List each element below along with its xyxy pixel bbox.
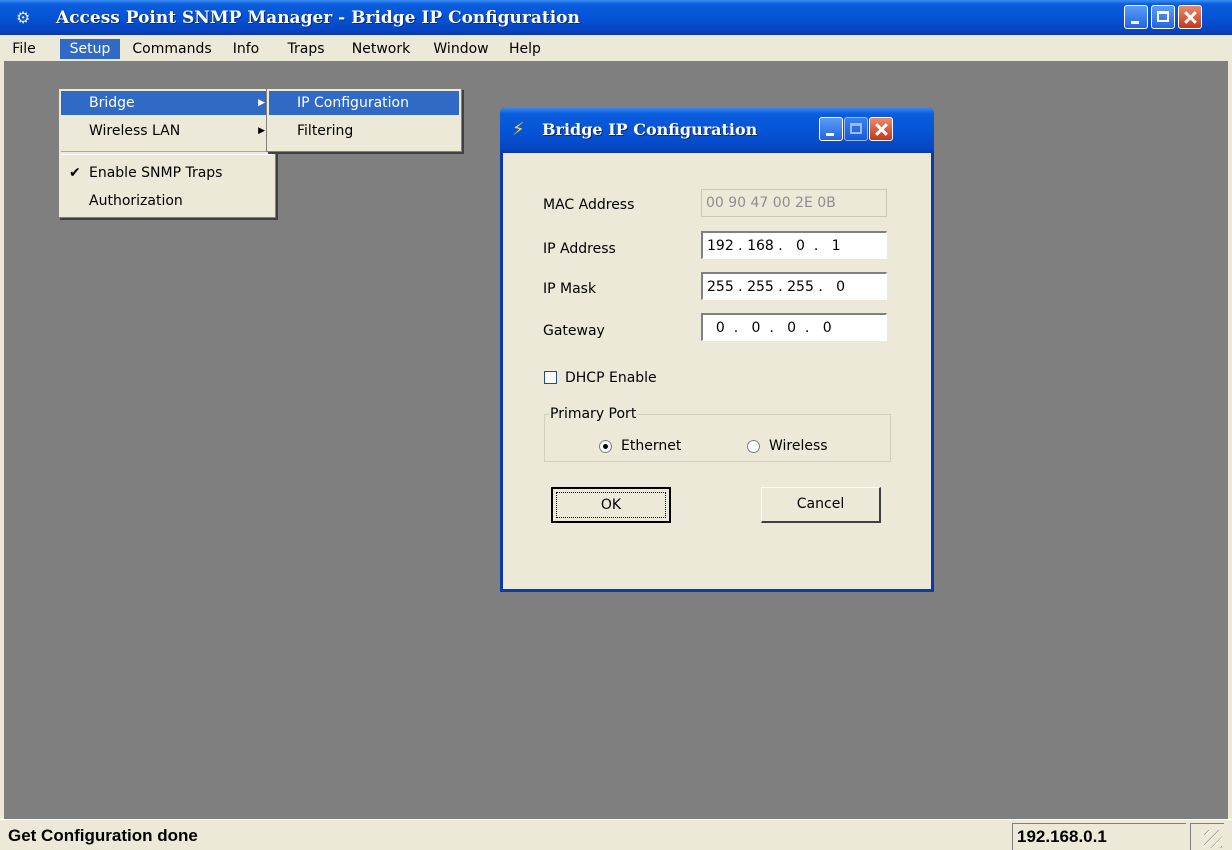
dialog-title: Bridge IP Configuration bbox=[542, 120, 758, 139]
resize-grip-icon[interactable] bbox=[1190, 823, 1224, 850]
submenu-arrow-icon: ▶ bbox=[258, 126, 265, 136]
menu-window[interactable]: Window bbox=[428, 39, 494, 59]
close-button[interactable] bbox=[1178, 5, 1202, 29]
ip-address-field[interactable]: 192 . 168 . 0 . 1 bbox=[701, 231, 887, 259]
gateway-label: Gateway bbox=[543, 323, 605, 339]
window-border-left bbox=[0, 61, 4, 849]
network-app-icon: ⚙ bbox=[16, 8, 31, 27]
dialog-maximize-button[interactable] bbox=[844, 117, 868, 141]
cancel-button[interactable]: Cancel bbox=[761, 487, 881, 523]
ip-address-label: IP Address bbox=[543, 241, 616, 257]
ethernet-radio[interactable] bbox=[599, 440, 612, 453]
main-titlebar[interactable]: ⚙ Access Point SNMP Manager - Bridge IP … bbox=[0, 0, 1232, 35]
status-bar: Get Configuration done 192.168.0.1 bbox=[0, 819, 1232, 850]
ok-button[interactable]: OK bbox=[551, 487, 671, 523]
menu-item-ip-configuration[interactable]: IP Configuration bbox=[269, 91, 459, 115]
gateway-field[interactable]: 0 . 0 . 0 . 0 bbox=[701, 313, 887, 341]
menu-network[interactable]: Network bbox=[344, 39, 418, 59]
bridge-submenu: IP Configuration Filtering bbox=[266, 88, 462, 152]
menu-item-bridge[interactable]: Bridge ▶ bbox=[61, 91, 273, 115]
menu-item-authorization[interactable]: Authorization bbox=[61, 189, 273, 213]
cancel-label: Cancel bbox=[796, 496, 845, 512]
status-ip: 192.168.0.1 bbox=[1017, 827, 1107, 846]
maximize-button[interactable] bbox=[1151, 5, 1175, 29]
status-message: Get Configuration done bbox=[8, 826, 198, 845]
ip-mask-field[interactable]: 255 . 255 . 255 . 0 bbox=[701, 272, 887, 300]
menu-traps[interactable]: Traps bbox=[280, 39, 332, 59]
lightning-icon: ⚡ bbox=[512, 119, 525, 140]
dialog-titlebar[interactable]: ⚡ Bridge IP Configuration bbox=[500, 107, 934, 153]
focus-rectangle bbox=[556, 492, 666, 518]
menu-info[interactable]: Info bbox=[228, 39, 264, 59]
menu-setup[interactable]: Setup bbox=[60, 39, 120, 59]
ethernet-label[interactable]: Ethernet bbox=[621, 436, 681, 456]
menu-item-enable-snmp-traps[interactable]: ✔ Enable SNMP Traps bbox=[61, 161, 273, 185]
submenu-arrow-icon: ▶ bbox=[258, 98, 265, 108]
dialog-minimize-button[interactable] bbox=[819, 117, 843, 141]
mac-address-field: 00 90 47 00 2E 0B bbox=[701, 189, 887, 217]
menu-bar: File Setup Commands Info Traps Network W… bbox=[0, 35, 1232, 61]
primary-port-label: Primary Port bbox=[549, 404, 638, 424]
window-title: Access Point SNMP Manager - Bridge IP Co… bbox=[56, 8, 580, 28]
checkmark-icon: ✔ bbox=[69, 165, 81, 181]
minimize-button[interactable] bbox=[1124, 5, 1148, 29]
mac-address-label: MAC Address bbox=[543, 197, 635, 213]
status-ip-panel: 192.168.0.1 bbox=[1012, 823, 1186, 850]
window-border-right bbox=[1228, 61, 1232, 849]
dhcp-enable-label[interactable]: DHCP Enable bbox=[565, 368, 657, 388]
menu-help[interactable]: Help bbox=[506, 39, 544, 59]
bridge-ip-config-dialog: ⚡ Bridge IP Configuration MAC Address 00… bbox=[500, 107, 934, 592]
setup-menu: Bridge ▶ Wireless LAN ▶ ✔ Enable SNMP Tr… bbox=[58, 88, 276, 218]
menu-item-wireless-lan[interactable]: Wireless LAN ▶ bbox=[61, 119, 273, 143]
wireless-label[interactable]: Wireless bbox=[769, 436, 828, 456]
ip-mask-label: IP Mask bbox=[543, 281, 597, 297]
wireless-radio[interactable] bbox=[747, 440, 760, 453]
primary-port-group: Primary Port Ethernet Wireless bbox=[544, 404, 891, 462]
menu-file[interactable]: File bbox=[6, 39, 42, 59]
menu-separator bbox=[61, 151, 273, 155]
dhcp-enable-checkbox[interactable] bbox=[544, 371, 557, 384]
menu-item-filtering[interactable]: Filtering bbox=[269, 119, 459, 143]
dialog-close-button[interactable] bbox=[869, 117, 893, 141]
menu-commands[interactable]: Commands bbox=[128, 39, 216, 59]
